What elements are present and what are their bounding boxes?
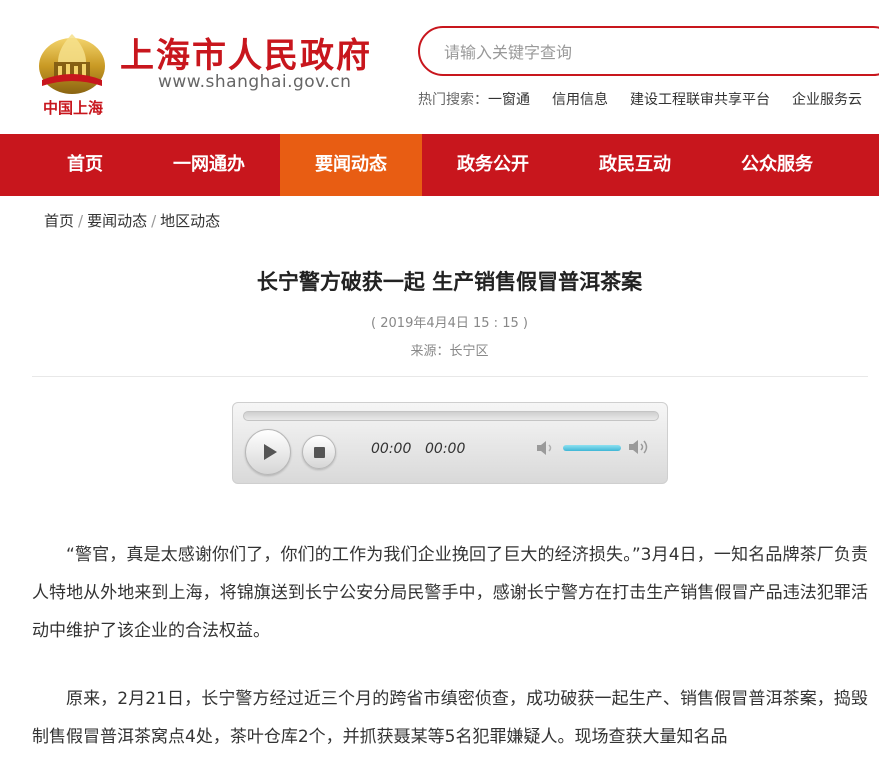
hot-search-link[interactable]: 企业服务云 — [792, 92, 862, 108]
breadcrumb-separator: / — [78, 212, 84, 230]
article-source: 来源：长宁区 — [410, 344, 489, 359]
volume-slider[interactable] — [563, 445, 621, 451]
site-url[interactable]: www.shanghai.gov.cn — [158, 72, 351, 92]
hot-search-link[interactable]: 建设工程联审共享平台 — [630, 92, 770, 108]
site-header: 中国上海 上海市人民政府 www.shanghai.gov.cn 热门搜索：一窗… — [0, 0, 879, 134]
nav-item-public-service[interactable]: 公众服务 — [706, 134, 848, 196]
hot-search-link[interactable]: 信用信息 — [552, 92, 608, 108]
nav-item-home[interactable]: 首页 — [14, 134, 156, 196]
breadcrumb-link-home[interactable]: 首页 — [44, 212, 74, 230]
audio-player: 00:00 00:00 — [232, 402, 668, 484]
hot-search-label: 热门搜索： — [418, 92, 488, 108]
nav-item-government-affairs[interactable]: 政务公开 — [422, 134, 564, 196]
nav-item-news[interactable]: 要闻动态 — [280, 134, 422, 196]
article-paragraph: “警官，真是太感谢你们了，你们的工作为我们企业挽回了巨大的经济损失。”3月4日，… — [32, 545, 868, 641]
logo-caption: 中国上海 — [42, 99, 103, 117]
play-button[interactable] — [245, 429, 291, 475]
stop-button[interactable] — [302, 435, 336, 469]
article-date: ( 2019年4月4日 15 : 15 ) — [371, 316, 528, 331]
hot-search-bar: 热门搜索：一窗通 信用信息 建设工程联审共享平台 企业服务云 — [418, 89, 879, 109]
search-input[interactable] — [444, 39, 864, 65]
play-icon — [264, 444, 277, 460]
article-paragraph: 原来，2月21日，长宁警方经过近三个月的跨省市缜密侦查，成功破获一起生产、销售假… — [32, 689, 868, 747]
article-title: 长宁警方破获一起 生产销售假冒普洱茶案 — [256, 270, 643, 294]
divider — [32, 376, 868, 377]
main-nav: 首页 一网通办 要闻动态 政务公开 政民互动 公众服务 — [0, 134, 879, 196]
duration-time: 00:00 — [425, 441, 466, 457]
hot-search-link[interactable]: 一窗通 — [488, 92, 530, 108]
site-title[interactable]: 上海市人民政府 — [120, 28, 372, 77]
breadcrumb-link-district-news[interactable]: 地区动态 — [160, 212, 220, 230]
nav-item-one-stop-service[interactable]: 一网通办 — [138, 134, 280, 196]
volume-mute-icon[interactable] — [535, 439, 557, 461]
stop-icon — [314, 447, 325, 458]
volume-max-icon[interactable] — [627, 437, 653, 461]
audio-progress-bar[interactable] — [243, 411, 659, 421]
shanghai-emblem-icon[interactable] — [36, 28, 108, 96]
search-box[interactable] — [418, 26, 879, 76]
breadcrumb-separator: / — [151, 212, 157, 230]
nav-item-public-interaction[interactable]: 政民互动 — [564, 134, 706, 196]
breadcrumb-link-news[interactable]: 要闻动态 — [87, 212, 147, 230]
current-time: 00:00 — [371, 441, 412, 457]
breadcrumb: 首页 / 要闻动态 / 地区动态 — [44, 210, 220, 231]
